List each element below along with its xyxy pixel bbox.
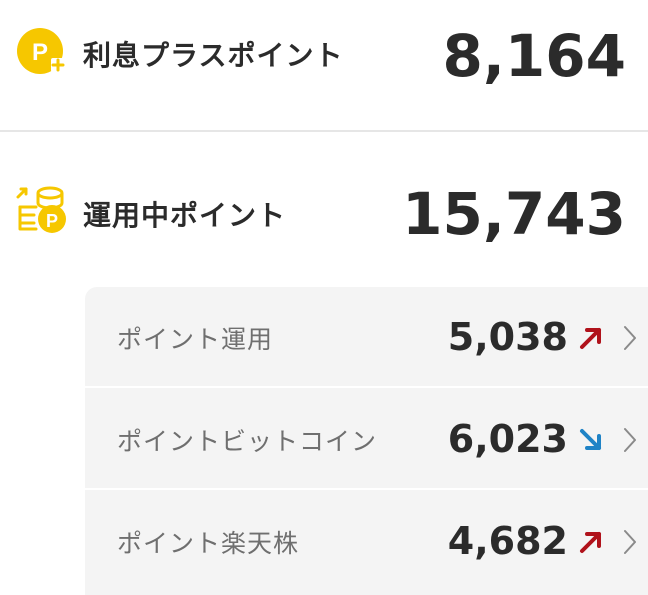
breakdown-label: ポイントビットコイン — [117, 427, 378, 456]
breakdown-value: 4,682 — [447, 519, 568, 563]
p-plus-icon: P — [17, 28, 67, 78]
svg-text:P: P — [32, 39, 48, 66]
interest-plus-value: 8,164 — [442, 22, 626, 90]
row-separator — [85, 488, 648, 490]
coins-p-icon: P — [14, 183, 70, 237]
section-divider — [0, 130, 648, 132]
invested-value: 15,743 — [402, 180, 626, 248]
breakdown-label: ポイント楽天株 — [117, 529, 300, 558]
breakdown-panel: ポイント運用 5,038 ポイントビットコイン 6,023 ポイント楽天株 4,… — [85, 287, 648, 595]
chevron-right-icon — [624, 530, 636, 554]
interest-plus-row: P 利息プラスポイント 8,164 — [0, 0, 648, 130]
interest-plus-label: 利息プラスポイント — [83, 39, 344, 72]
trend-up-icon — [580, 532, 601, 553]
breakdown-row-point-unyo[interactable]: ポイント運用 5,038 — [85, 287, 648, 388]
chevron-right-icon — [624, 428, 636, 452]
svg-text:P: P — [46, 211, 58, 231]
trend-up-icon — [580, 328, 601, 349]
invested-label: 運用中ポイント — [83, 199, 287, 232]
trend-down-icon — [580, 429, 601, 450]
chevron-right-icon — [624, 326, 636, 350]
breakdown-value: 6,023 — [447, 417, 568, 461]
row-separator — [85, 386, 648, 388]
breakdown-value: 5,038 — [447, 315, 568, 359]
breakdown-row-point-bitcoin[interactable]: ポイントビットコイン 6,023 — [85, 389, 648, 490]
breakdown-label: ポイント運用 — [117, 325, 274, 354]
breakdown-row-point-rakuten-stock[interactable]: ポイント楽天株 4,682 — [85, 491, 648, 592]
